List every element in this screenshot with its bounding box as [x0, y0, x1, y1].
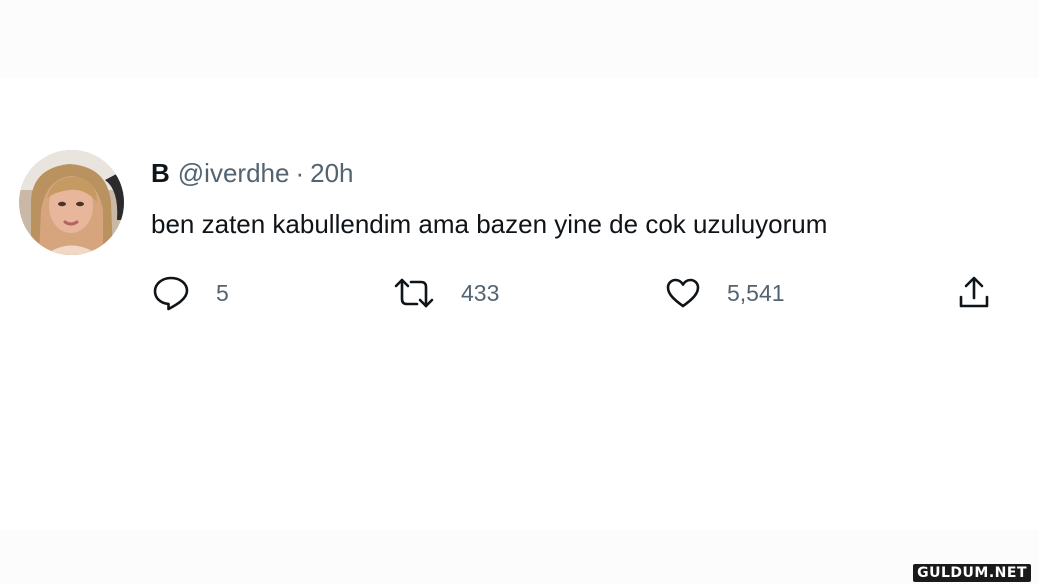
- bottom-margin: [0, 530, 1039, 584]
- watermark-logo: GULDUM.NET: [913, 564, 1031, 582]
- screenshot-canvas: B @iverdhe · 20h ben zaten kabullendim a…: [0, 0, 1039, 584]
- retweet-icon: [393, 277, 435, 309]
- user-handle[interactable]: @iverdhe: [178, 156, 290, 190]
- retweet-count: 433: [461, 279, 500, 306]
- like-button[interactable]: 5,541: [665, 273, 785, 313]
- heart-icon: [665, 277, 701, 309]
- reply-icon: [152, 275, 190, 311]
- like-count: 5,541: [727, 279, 785, 306]
- avatar-photo: [19, 150, 124, 255]
- tweet-text: ben zaten kabullendim ama bazen yine de …: [151, 209, 828, 239]
- share-button[interactable]: [956, 273, 992, 313]
- timestamp[interactable]: 20h: [310, 156, 353, 190]
- top-margin: [0, 0, 1039, 78]
- display-name[interactable]: B: [151, 156, 170, 190]
- tweet-card[interactable]: B @iverdhe · 20h ben zaten kabullendim a…: [0, 78, 1039, 530]
- tweet-header: B @iverdhe · 20h: [151, 156, 354, 190]
- separator-dot: ·: [295, 158, 305, 188]
- reply-count: 5: [216, 279, 229, 306]
- avatar[interactable]: [19, 150, 124, 255]
- reply-button[interactable]: 5: [152, 273, 229, 313]
- retweet-button[interactable]: 433: [393, 273, 499, 313]
- share-icon: [956, 275, 992, 311]
